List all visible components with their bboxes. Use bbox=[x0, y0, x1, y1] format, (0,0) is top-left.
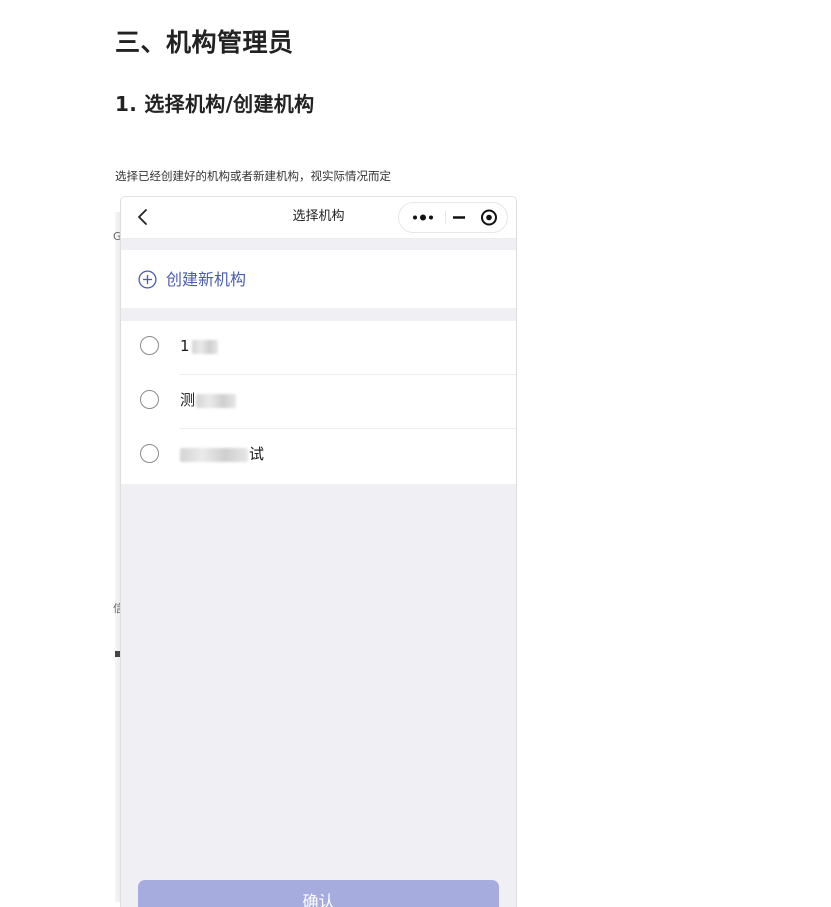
more-dots-icon[interactable] bbox=[403, 203, 443, 232]
org-name-text: 1 bbox=[180, 337, 190, 355]
org-name-text: 测 bbox=[180, 391, 196, 409]
org-name-text: 试 bbox=[249, 445, 265, 463]
description-text: 选择已经创建好的机构或者新建机构，视实际情况而定 bbox=[115, 169, 391, 183]
create-org-button[interactable]: 创建新机构 bbox=[121, 250, 516, 308]
capsule-menu bbox=[398, 202, 508, 233]
org-item[interactable]: 测 bbox=[121, 375, 516, 429]
subheading: 1. 选择机构/创建机构 bbox=[115, 92, 315, 116]
org-list: 1 测 试 bbox=[121, 321, 516, 484]
confirm-button[interactable]: 确认 bbox=[138, 880, 499, 907]
close-circle-icon[interactable] bbox=[475, 203, 505, 232]
redacted-text bbox=[191, 339, 218, 354]
create-org-label: 创建新机构 bbox=[166, 270, 247, 289]
radio-button[interactable] bbox=[140, 390, 159, 409]
org-item[interactable]: 试 bbox=[121, 429, 516, 483]
radio-button[interactable] bbox=[140, 336, 159, 355]
org-name: 1 bbox=[180, 336, 218, 356]
minimize-icon[interactable] bbox=[445, 203, 473, 232]
redacted-text bbox=[196, 393, 237, 408]
nav-bar: 选择机构 bbox=[121, 197, 516, 239]
radio-button[interactable] bbox=[140, 444, 159, 463]
org-item[interactable]: 1 bbox=[121, 321, 516, 375]
org-name: 测 bbox=[180, 390, 237, 410]
plus-circle-icon bbox=[138, 270, 157, 289]
phone-screenshot: 选择机构 创建新机构 1 测 试 确认 bbox=[120, 196, 517, 907]
org-name: 试 bbox=[180, 444, 264, 464]
section-heading: 三、机构管理员 bbox=[115, 28, 294, 57]
redacted-text bbox=[180, 447, 248, 462]
